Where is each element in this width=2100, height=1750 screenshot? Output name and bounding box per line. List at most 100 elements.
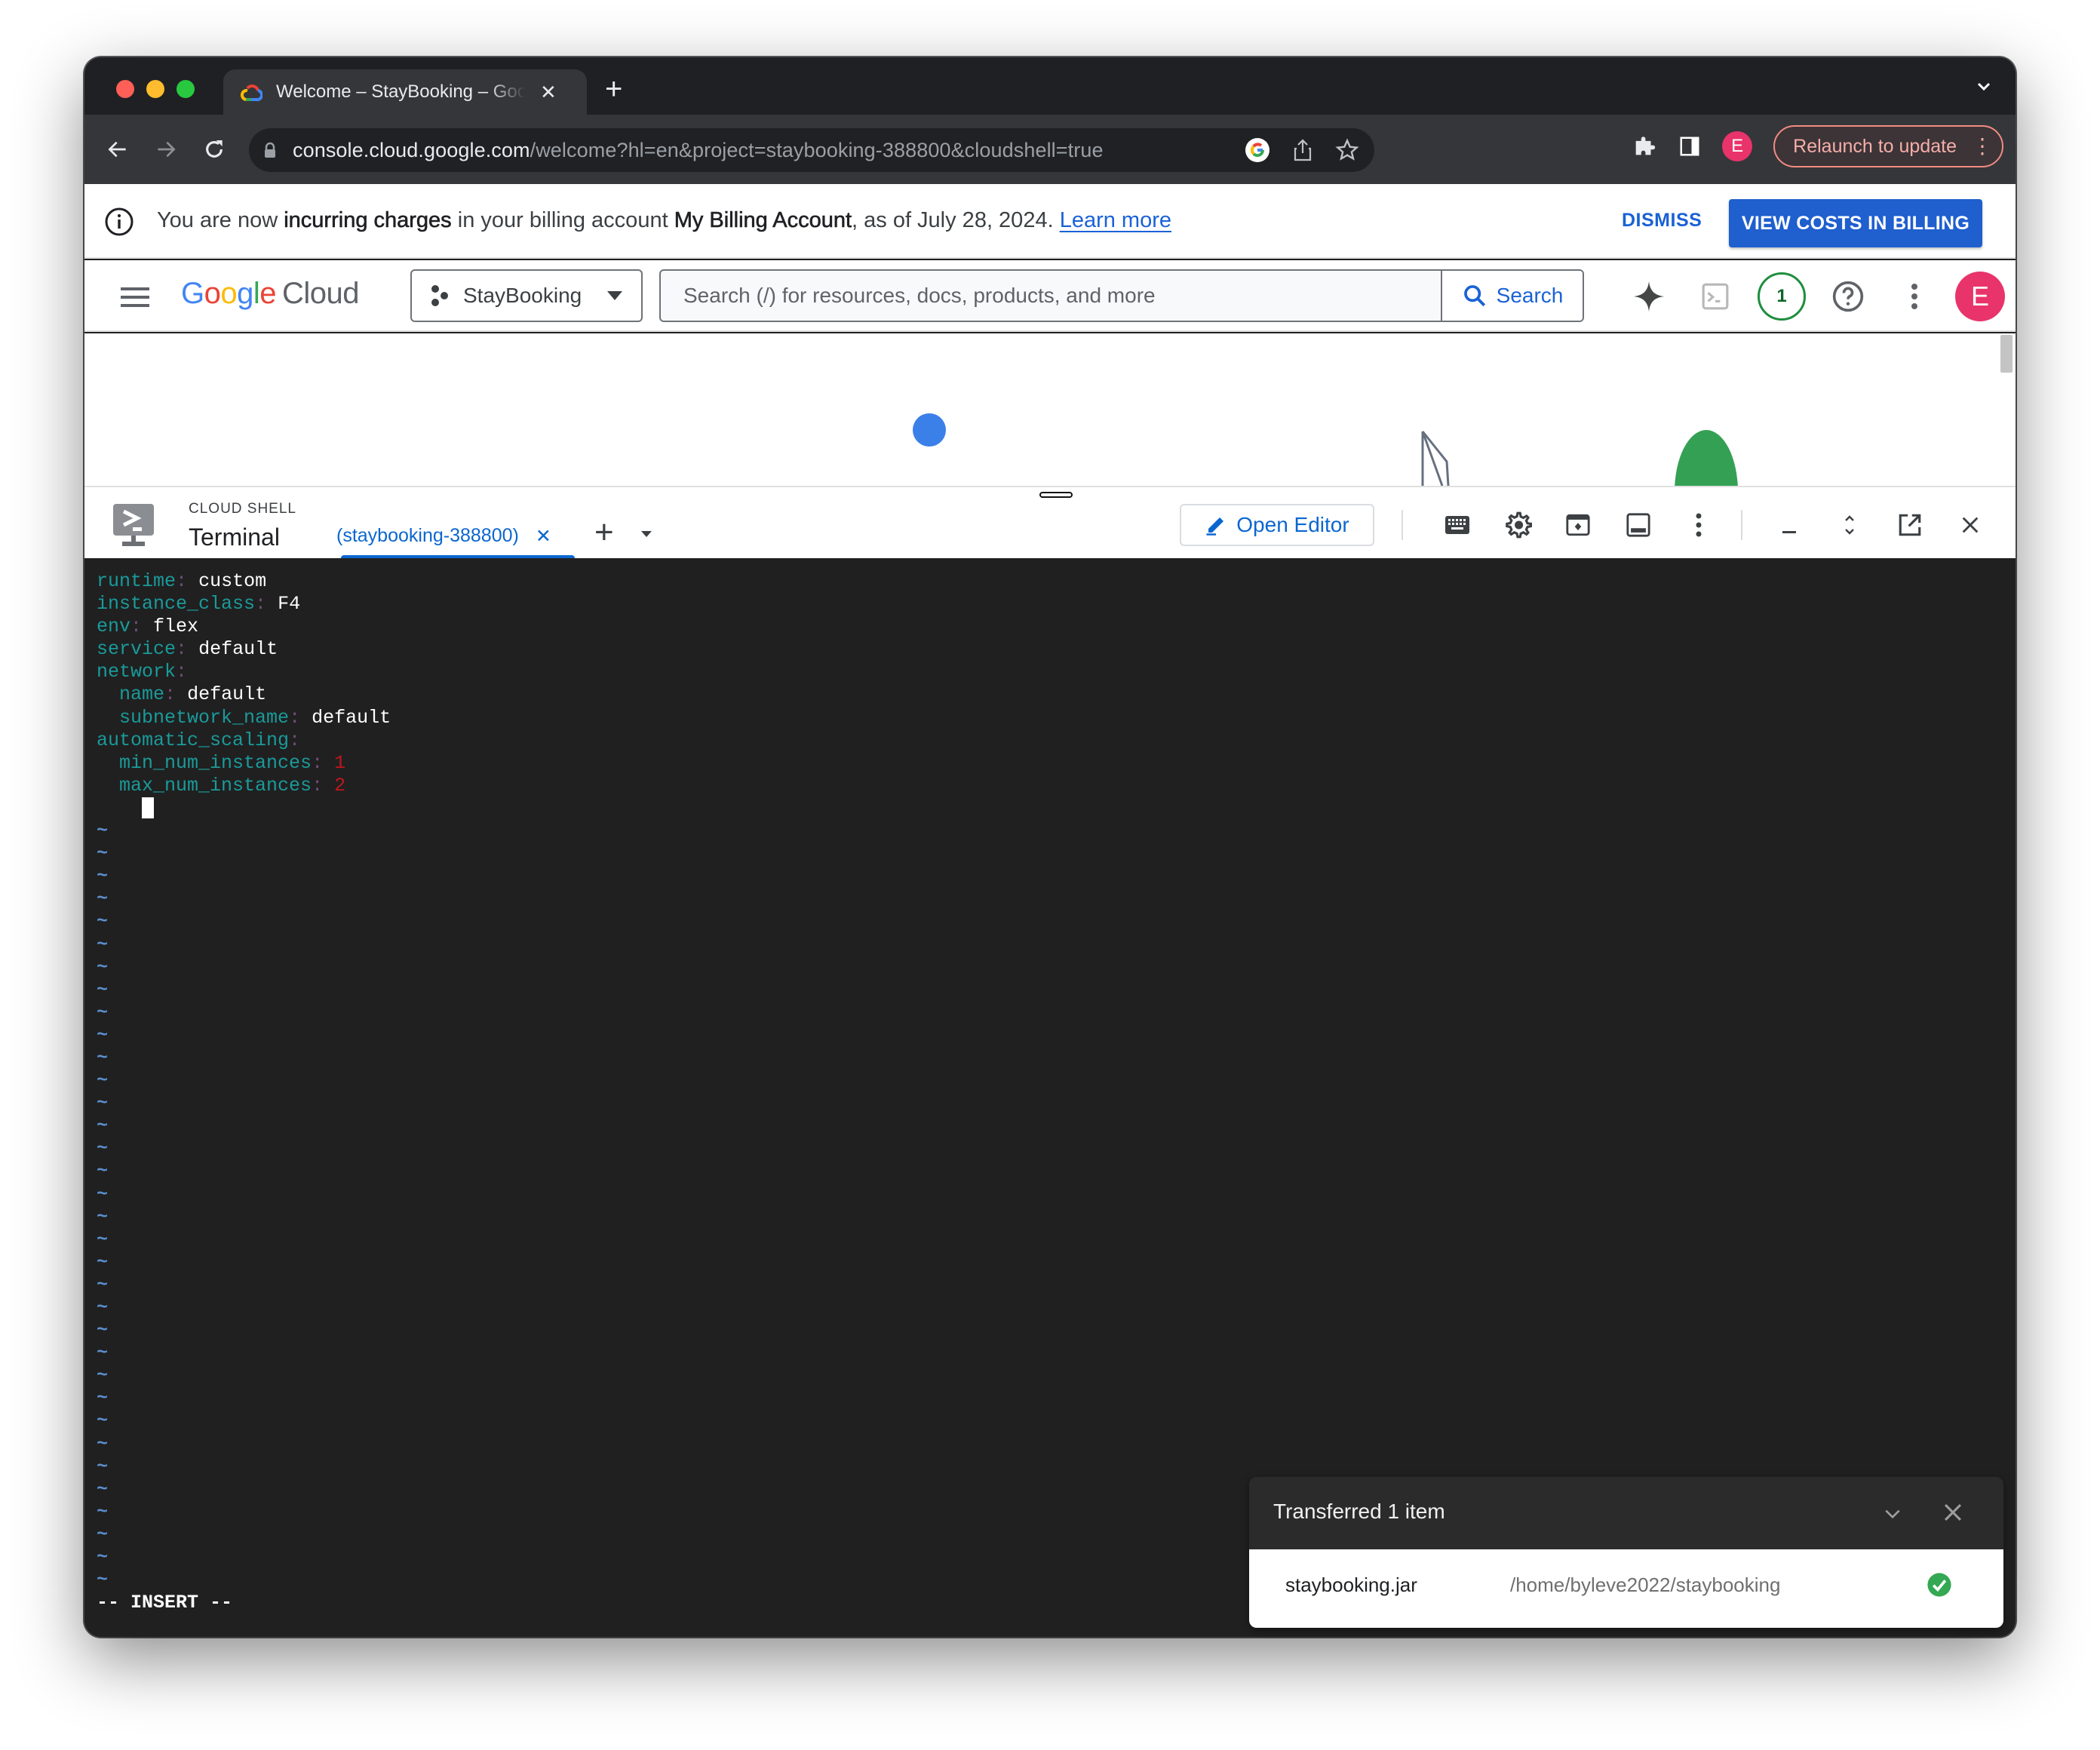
billing-message: You are now incurring charges in your bi… xyxy=(157,208,1171,233)
page-scrollbar[interactable] xyxy=(2000,335,2012,373)
transfer-item: staybooking.jar /home/byleve2022/stayboo… xyxy=(1249,1549,2003,1628)
empty-line-tilde: ~ xyxy=(97,956,109,978)
empty-line-tilde: ~ xyxy=(97,1455,109,1478)
terminal-layout-button[interactable] xyxy=(1622,508,1655,542)
yaml-line: service: default xyxy=(97,638,2016,661)
search-button[interactable]: Search xyxy=(1441,271,1583,321)
google-cloud-logo[interactable]: Google Cloud xyxy=(181,277,360,311)
yaml-line: max_num_instances: 2 xyxy=(97,775,2016,797)
dismiss-button[interactable]: DISMISS xyxy=(1622,210,1702,232)
restore-shell-button[interactable] xyxy=(1833,508,1866,542)
welcome-page-content xyxy=(84,333,2016,486)
more-options-button[interactable] xyxy=(1889,271,1940,322)
empty-line-tilde: ~ xyxy=(97,1070,109,1092)
minimize-window-button[interactable] xyxy=(146,80,164,98)
google-cloud-logo-icon xyxy=(240,84,262,102)
empty-line-tilde: ~ xyxy=(97,820,109,843)
close-icon xyxy=(1962,517,1979,533)
gc-header: GoogleCloud StayBooking Search 1 xyxy=(84,260,2016,332)
new-tab-button[interactable]: + xyxy=(605,74,622,104)
cloud-shell-label: CLOUD SHELL xyxy=(189,501,296,517)
terminal-icon xyxy=(1702,283,1729,310)
welcome-illustration xyxy=(913,413,1738,486)
yaml-line: min_num_instances: 1 xyxy=(97,752,2016,775)
empty-line-tilde: ~ xyxy=(97,1432,109,1455)
yaml-key: runtime xyxy=(97,570,177,592)
browser-tab-active[interactable]: Welcome – StayBooking – Google Cloud con… xyxy=(223,69,587,115)
keyboard-button[interactable] xyxy=(1441,508,1474,542)
open-editor-label: Open Editor xyxy=(1236,513,1349,536)
minimize-icon xyxy=(1782,531,1796,533)
gear-icon xyxy=(1506,511,1532,539)
yaml-colon: : xyxy=(289,729,301,751)
empty-line-tilde: ~ xyxy=(97,1387,109,1410)
empty-line-tilde: ~ xyxy=(97,1046,109,1069)
menu-icon[interactable] xyxy=(121,287,149,307)
browser-toolbar: console.cloud.google.com/welcome?hl=en&p… xyxy=(84,115,2016,184)
cursor-line xyxy=(97,797,2016,820)
chevron-down-icon[interactable] xyxy=(1975,77,1993,95)
chevron-down-icon[interactable] xyxy=(1883,1504,1902,1524)
side-panel-icon[interactable] xyxy=(1678,135,1701,158)
close-window-button[interactable] xyxy=(116,80,134,98)
yaml-key: min_num_instances xyxy=(119,751,312,774)
transfer-title: Transferred 1 item xyxy=(1273,1500,1445,1523)
settings-button[interactable] xyxy=(1501,508,1534,542)
yaml-key: subnetwork_name xyxy=(119,706,290,729)
learn-more-link[interactable]: Learn more xyxy=(1060,208,1171,232)
notifications-button[interactable]: 1 xyxy=(1756,271,1807,322)
gemini-sparkle-icon xyxy=(1633,281,1665,312)
account-avatar[interactable]: E xyxy=(1955,272,2005,321)
maximize-window-button[interactable] xyxy=(177,80,195,98)
view-costs-in-billing-button[interactable]: VIEW COSTS IN BILLING xyxy=(1729,199,1982,247)
cloud-shell-icon xyxy=(113,504,154,546)
yaml-colon: : xyxy=(176,638,188,661)
terminal-output[interactable]: runtime: custom instance_class: F4 env: fl… xyxy=(84,558,2016,1637)
close-tab-icon[interactable]: ✕ xyxy=(540,81,557,104)
browser-profile-avatar[interactable]: E xyxy=(1722,131,1753,161)
open-new-window-button[interactable] xyxy=(1893,508,1927,542)
empty-line-tilde: ~ xyxy=(97,1297,109,1319)
bookmark-star-icon[interactable] xyxy=(1335,138,1359,162)
close-shell-button[interactable] xyxy=(1954,508,1987,542)
search-icon xyxy=(1463,285,1485,307)
google-lens-icon[interactable] xyxy=(1245,137,1270,163)
reload-icon xyxy=(206,140,223,158)
help-button[interactable] xyxy=(1822,271,1874,322)
address-bar[interactable]: console.cloud.google.com/welcome?hl=en&p… xyxy=(249,128,1374,172)
tab-dropdown-icon[interactable] xyxy=(641,531,652,537)
empty-line-tilde: ~ xyxy=(97,865,109,888)
open-editor-button[interactable]: Open Editor xyxy=(1180,504,1374,546)
yaml-key: name xyxy=(119,683,165,706)
activate-cloud-shell-button[interactable] xyxy=(1690,271,1741,322)
empty-line-tilde: ~ xyxy=(97,1319,109,1342)
gemini-button[interactable] xyxy=(1623,271,1675,322)
empty-line-tilde: ~ xyxy=(97,1001,109,1024)
reload-button[interactable] xyxy=(198,133,231,166)
yaml-key: env xyxy=(97,616,131,638)
yaml-line: name: default xyxy=(97,683,2016,706)
share-icon[interactable] xyxy=(1293,138,1312,162)
search-input[interactable] xyxy=(661,271,1441,321)
add-terminal-tab-button[interactable]: + xyxy=(594,516,614,549)
extensions-puzzle-icon[interactable] xyxy=(1632,134,1657,159)
resize-drag-handle[interactable] xyxy=(1039,492,1073,498)
more-vert-icon xyxy=(1696,513,1702,537)
more-actions-button[interactable] xyxy=(1682,508,1715,542)
minimize-shell-button[interactable] xyxy=(1773,508,1806,542)
yaml-colon: : xyxy=(255,593,267,616)
browser-window: Welcome – StayBooking – Google Cloud con… xyxy=(84,57,2016,1637)
close-icon[interactable] xyxy=(1940,1500,1966,1525)
close-terminal-tab-icon[interactable]: ✕ xyxy=(536,525,551,548)
url-text: console.cloud.google.com/welcome?hl=en&p… xyxy=(293,138,1104,161)
project-picker[interactable]: StayBooking xyxy=(410,269,643,322)
forward-button[interactable] xyxy=(149,133,183,166)
empty-line-tilde: ~ xyxy=(97,1365,109,1387)
yaml-value: F4 xyxy=(278,593,301,616)
terminal-tab[interactable]: (staybooking-388800) ✕ xyxy=(336,525,551,548)
yaml-colon: : xyxy=(164,683,177,706)
web-preview-button[interactable] xyxy=(1561,508,1595,542)
web-preview-icon xyxy=(1566,514,1590,536)
back-button[interactable] xyxy=(101,133,134,166)
relaunch-to-update-button[interactable]: Relaunch to update ⋮ xyxy=(1773,125,2003,167)
